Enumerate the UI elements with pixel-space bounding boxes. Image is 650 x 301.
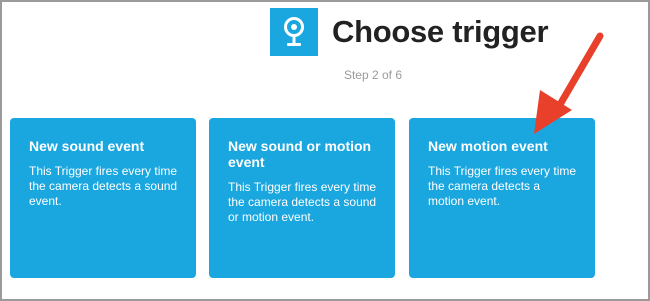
trigger-card-title: New sound or motion event	[228, 138, 372, 170]
trigger-card-description: This Trigger fires every time the camera…	[29, 164, 178, 208]
page-title: Choose trigger	[332, 14, 549, 49]
red-arrow-annotation	[534, 32, 604, 134]
service-icon-tile	[270, 8, 318, 56]
trigger-card-motion[interactable]: New motion event This Trigger fires ever…	[409, 118, 595, 278]
trigger-card-sound[interactable]: New sound event This Trigger fires every…	[10, 118, 196, 278]
trigger-card-description: This Trigger fires every time the camera…	[228, 180, 377, 224]
trigger-card-description: This Trigger fires every time the camera…	[428, 164, 577, 208]
arrow-shaft	[554, 32, 604, 112]
camera-icon	[284, 17, 304, 46]
trigger-card-title: New sound event	[29, 138, 145, 154]
trigger-card-sound-or-motion[interactable]: New sound or motion event This Trigger f…	[209, 118, 395, 278]
